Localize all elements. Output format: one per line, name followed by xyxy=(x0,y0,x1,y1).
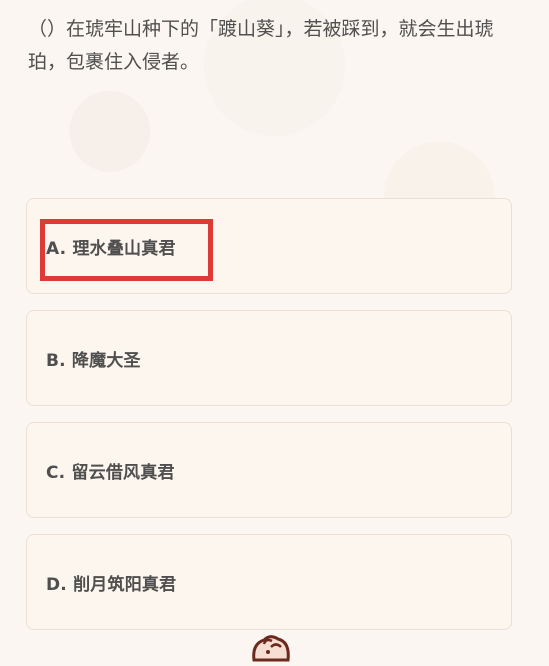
option-a-button[interactable]: A. 理水叠山真君 xyxy=(26,198,512,294)
mascot-icon xyxy=(246,632,296,662)
option-c-button[interactable]: C. 留云借风真君 xyxy=(26,422,512,518)
option-b-button[interactable]: B. 降魔大圣 xyxy=(26,310,512,406)
option-c-label: C. 留云借风真君 xyxy=(46,463,175,483)
question-text: （）在琥牢山种下的「踱山葵」，若被踩到，就会生出琥珀，包裹住入侵者。 xyxy=(28,18,494,73)
answer-options: A. 理水叠山真君 B. 降魔大圣 C. 留云借风真君 D. 削月筑阳真君 xyxy=(26,198,512,646)
option-a-label: A. 理水叠山真君 xyxy=(46,239,176,259)
option-d-button[interactable]: D. 削月筑阳真君 xyxy=(26,534,512,630)
option-d-label: D. 削月筑阳真君 xyxy=(46,575,177,595)
option-b-label: B. 降魔大圣 xyxy=(46,351,141,371)
